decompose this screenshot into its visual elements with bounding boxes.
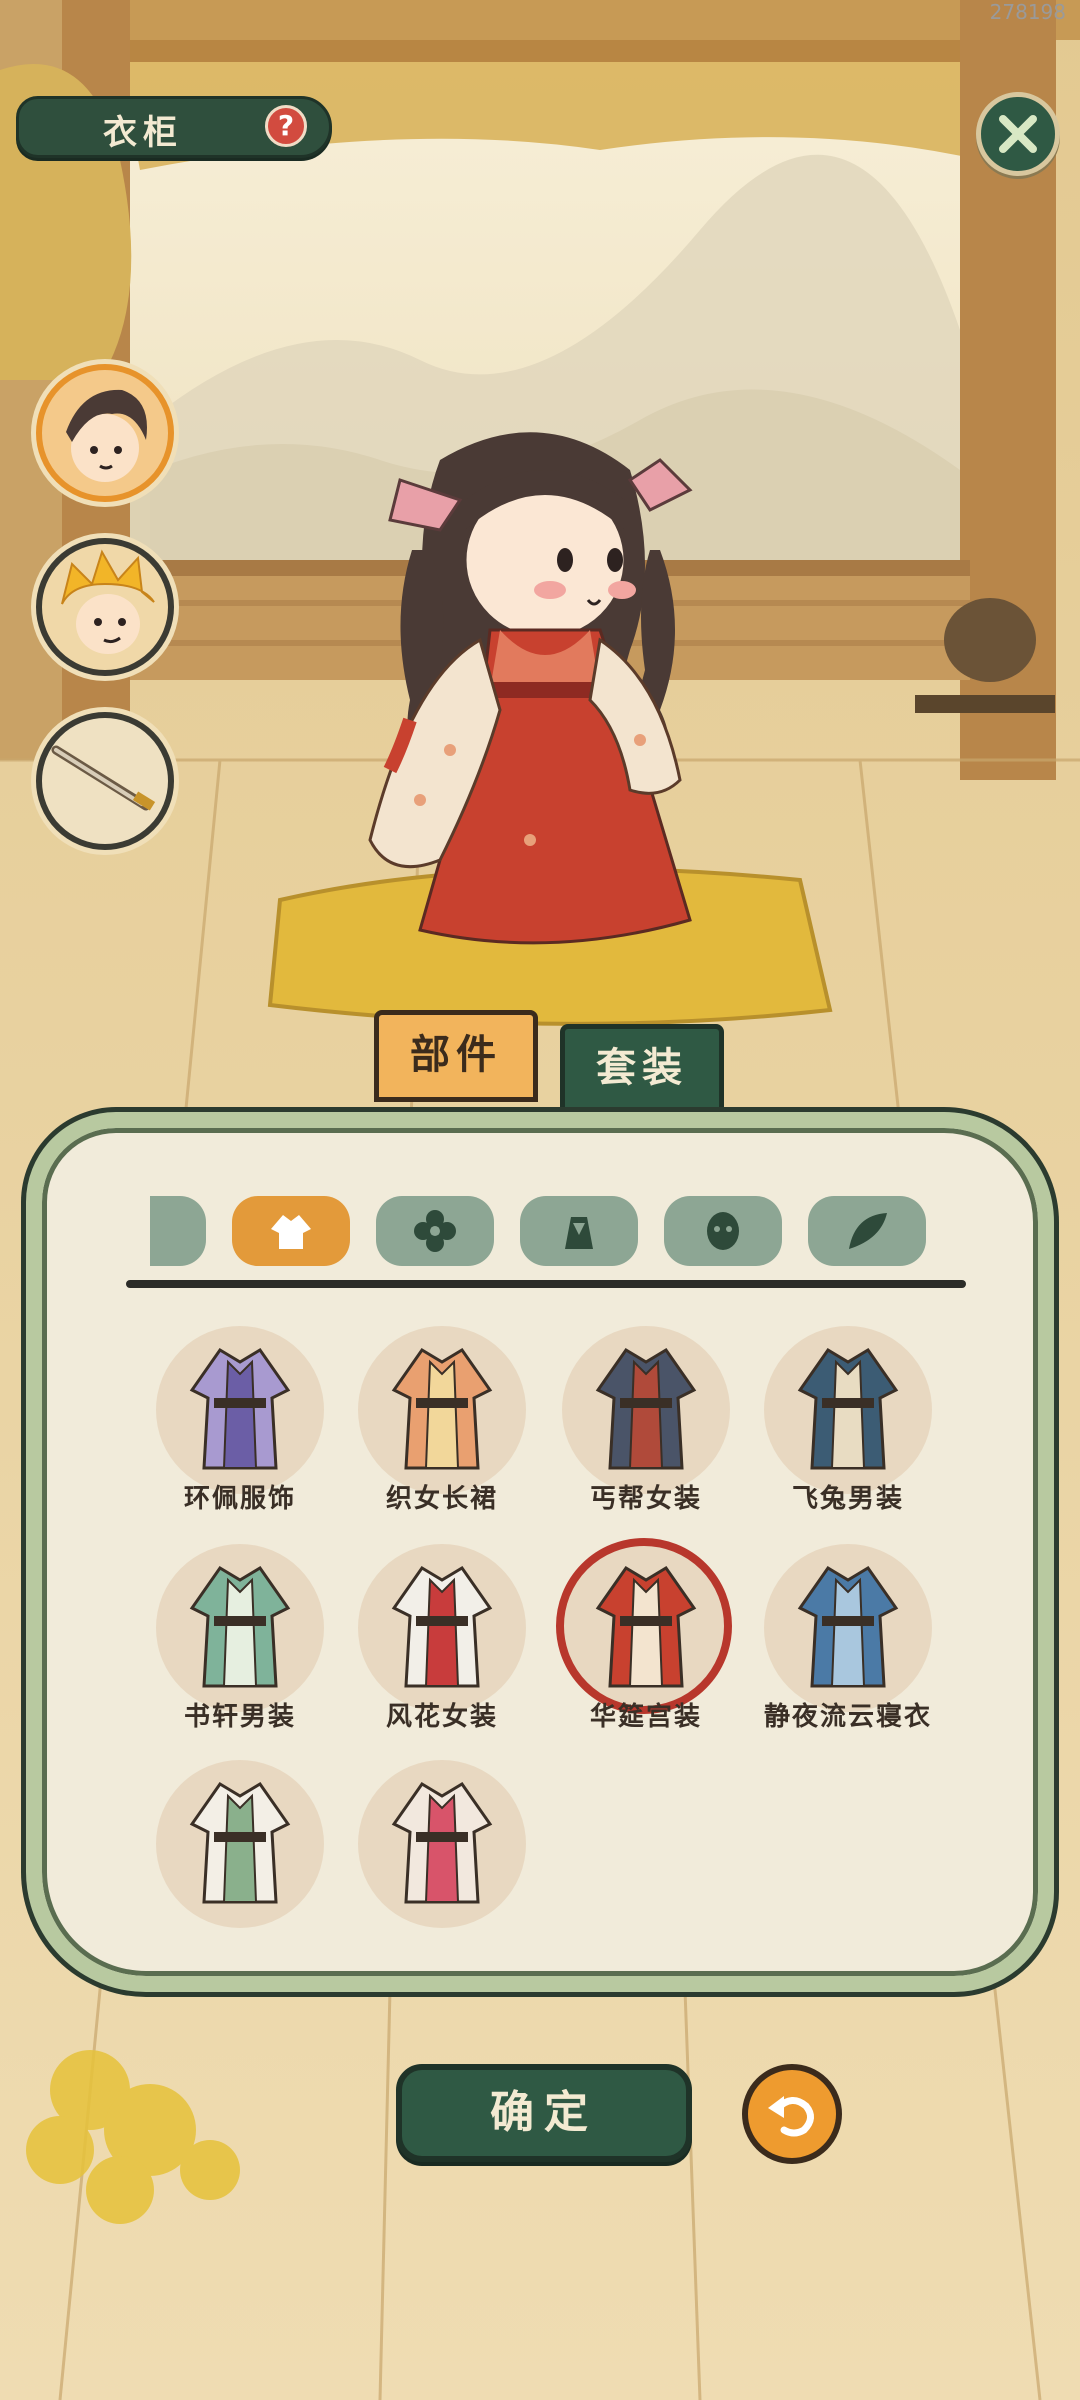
- leaf-icon: [849, 1213, 887, 1249]
- undo-icon: [768, 2096, 814, 2137]
- outfit-icon: [189, 1781, 291, 1904]
- outfit-icon: [595, 1347, 697, 1470]
- tab-suits[interactable]: 套装: [560, 1024, 724, 1116]
- flower-icon: [414, 1210, 456, 1252]
- category-divider: [126, 1280, 966, 1288]
- character-slot-boy[interactable]: [36, 364, 174, 502]
- outfit-item[interactable]: 飞兔男装: [762, 1326, 934, 1526]
- outfit-item[interactable]: 华筵宫装: [556, 1538, 732, 1744]
- outfit-icon: [595, 1565, 697, 1688]
- character-slot-monkey[interactable]: [36, 538, 174, 676]
- outfit-icon: [391, 1781, 493, 1904]
- golden-haired-monkey-portrait: [45, 547, 165, 667]
- outfit-item[interactable]: 书轩男装: [154, 1544, 326, 1744]
- close-button[interactable]: [976, 92, 1060, 176]
- outfit-icon: [391, 1347, 493, 1470]
- outfit-item-label: 飞兔男装: [791, 1484, 904, 1514]
- outfit-icon: [797, 1347, 899, 1470]
- outfit-item-label: 静夜流云寝衣: [763, 1702, 932, 1732]
- category-clothing[interactable]: [232, 1196, 350, 1266]
- undo-button[interactable]: [742, 2064, 842, 2164]
- outfit-item[interactable]: 织女长裙: [356, 1326, 528, 1526]
- character-slot-sword[interactable]: [36, 712, 174, 850]
- outfit-item[interactable]: 环佩服饰: [154, 1326, 326, 1526]
- outfit-icon: [189, 1565, 291, 1688]
- outfit-icon: [391, 1565, 493, 1688]
- title-banner: 衣柜 ?: [16, 96, 332, 158]
- outfit-item[interactable]: 风花女装: [356, 1544, 528, 1744]
- category-flower[interactable]: [376, 1196, 494, 1266]
- clothing-icon: [271, 1215, 311, 1249]
- category-bar: [150, 1196, 940, 1272]
- hat-icon: [565, 1217, 593, 1249]
- outfit-icon: [189, 1347, 291, 1470]
- character-avatar[interactable]: [330, 420, 750, 980]
- outfit-icon: [797, 1565, 899, 1688]
- confirm-button[interactable]: 确定: [396, 2064, 692, 2162]
- tab-parts[interactable]: 部件: [374, 1010, 538, 1102]
- sword-portrait: [45, 721, 165, 841]
- dark-haired-boy-portrait: [45, 373, 165, 493]
- game-scene: 278198 衣柜 ? 部件 套装 环佩服饰 织女长裙 丐帮女装 飞兔男装 书轩…: [0, 0, 1080, 2400]
- category-face[interactable]: [664, 1196, 782, 1266]
- page-title: 衣柜: [103, 113, 183, 153]
- category-hat[interactable]: [520, 1196, 638, 1266]
- close-icon: [999, 115, 1037, 153]
- help-icon[interactable]: ?: [265, 105, 307, 147]
- outfit-item[interactable]: 丐帮女装: [560, 1326, 732, 1526]
- outfit-item[interactable]: [356, 1760, 528, 1960]
- category-partial[interactable]: [150, 1196, 206, 1266]
- outfit-item[interactable]: 静夜流云寝衣: [762, 1544, 934, 1744]
- session-id: 278198: [989, 0, 1066, 24]
- category-leaf[interactable]: [808, 1196, 926, 1266]
- face-icon: [707, 1212, 739, 1250]
- outfit-item[interactable]: [154, 1760, 326, 1960]
